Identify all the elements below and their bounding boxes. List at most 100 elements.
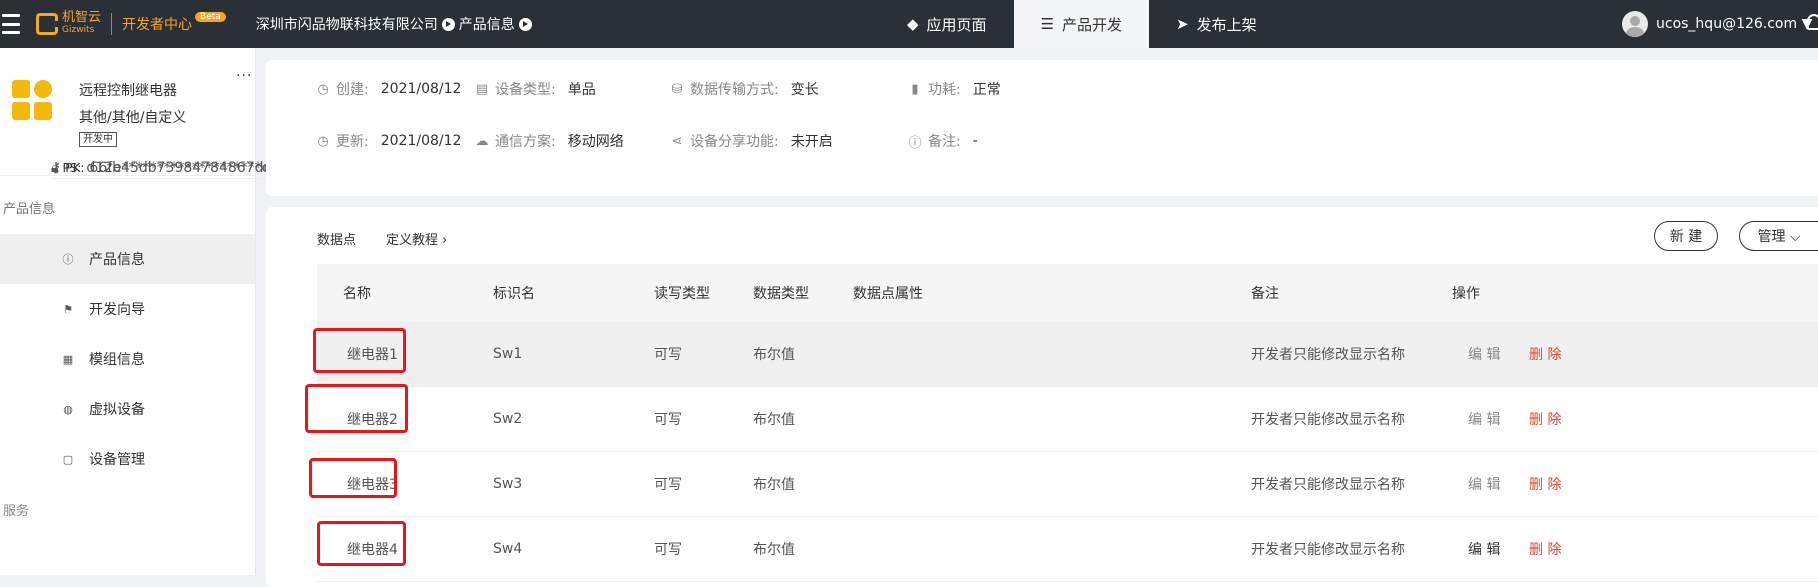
user-menu[interactable]: ucos_hqu@126.com ▼ [1622, 0, 1812, 48]
sidebar-item-product-info[interactable]: ⓘ 产品信息 [0, 234, 255, 284]
product-name: 远程控制继电器 [79, 83, 177, 99]
cell-identifier: Sw1 [493, 346, 523, 362]
sidebar-item-module-info[interactable]: ▦ 模组信息 [0, 334, 255, 384]
meta-label: 数据传输方式: [690, 82, 779, 98]
highlight-box [317, 521, 406, 566]
nav-label: 产品开发 [1062, 15, 1123, 34]
meta-value: 变长 [790, 82, 819, 98]
table-row: 继电器4 Sw4 可写 布尔值 开发者只能修改显示名称 编 辑 删 除 [317, 517, 1818, 582]
datapoint-tabs: 数据点 定义教程 › [317, 229, 477, 248]
edit-button[interactable]: 编 辑 [1468, 387, 1500, 451]
info-icon: ⓘ [908, 135, 922, 151]
more-icon[interactable]: ··· [236, 68, 252, 84]
virtual-device-icon: ◍ [63, 402, 73, 416]
cell-identifier: Sw4 [493, 541, 523, 557]
manage-button[interactable]: 管理 ⌵ [1739, 221, 1818, 251]
meta-value: 未开启 [790, 134, 833, 150]
sidebar-item-label: 模组信息 [89, 352, 145, 368]
cell-type: 布尔值 [753, 412, 795, 428]
nav-label: 发布上架 [1196, 15, 1257, 34]
new-button[interactable]: 新 建 [1654, 221, 1718, 251]
col-attributes: 数据点属性 [853, 286, 923, 302]
breadcrumb-page[interactable]: 产品信息 [459, 14, 515, 34]
status-badge: 开发中 [79, 132, 117, 147]
sidebar-item-device-mgmt[interactable]: ▢ 设备管理 [0, 434, 255, 484]
table-row: 继电器3 Sw3 可写 布尔值 开发者只能修改显示名称 编 辑 删 除 [317, 452, 1818, 517]
menu-icon[interactable] [2, 14, 26, 34]
meta-value: 移动网络 [567, 134, 624, 150]
col-note: 备注 [1251, 286, 1279, 302]
diamond-icon: ◆ [907, 15, 919, 33]
edit-button[interactable]: 编 辑 [1468, 322, 1500, 386]
meta-value: - [972, 133, 978, 149]
sidebar: 远程控制继电器 其他/其他/自定义 开发中 ··· ⚷ PK: 66fb45db… [0, 48, 1552, 575]
lock-icon: 🔒︎ [51, 159, 59, 176]
sidebar-section-title: 服务 [3, 504, 30, 519]
meta-label: 创建: [336, 82, 369, 98]
sidebar-item-virtual-device[interactable]: ◍ 虚拟设备 [0, 384, 255, 434]
meta-label: 通信方案: [495, 134, 556, 150]
meta-label: 设备分享功能: [690, 134, 779, 150]
chevron-right-icon [441, 17, 455, 31]
clipboard-icon: ▢ [62, 452, 74, 466]
file-icon: ▤ [475, 81, 489, 97]
meta-label: 备注: [928, 134, 961, 150]
breadcrumb: 深圳市闪品物联科技有限公司 产品信息 [256, 14, 536, 34]
edit-button[interactable]: 编 辑 [1468, 452, 1500, 516]
nav-publish[interactable]: ➤ 发布上架 [1149, 0, 1284, 48]
top-bar: 机智云 Gizwits 开发者中心 Beta 深圳市闪品物联科技有限公司 产品信… [0, 0, 1818, 48]
nav-product-dev[interactable]: ☰ 产品开发 [1013, 0, 1150, 48]
divider [111, 13, 113, 35]
cell-rw: 可写 [654, 477, 682, 493]
dev-center-title: 开发者中心 [122, 17, 193, 33]
delete-button[interactable]: 删 除 [1529, 322, 1561, 386]
chevron-right-icon [518, 17, 532, 31]
tab-datapoints[interactable]: 数据点 [317, 229, 356, 248]
cell-note: 开发者只能修改显示名称 [1251, 412, 1405, 428]
sliders-icon: ☰ [1040, 15, 1055, 33]
clock-icon: ◷ [317, 133, 329, 149]
delete-button[interactable]: 删 除 [1529, 387, 1561, 451]
breadcrumb-company[interactable]: 深圳市闪品物联科技有限公司 [256, 14, 438, 34]
table-row: 继电器1 Sw1 可写 布尔值 开发者只能修改显示名称 编 辑 删 除 [317, 322, 1818, 387]
ps-label: PS: [62, 160, 82, 175]
database-icon: ⛁ [671, 81, 683, 97]
delete-button[interactable]: 删 除 [1529, 452, 1561, 516]
avatar [1622, 11, 1648, 37]
meta-value: 2021/08/12 [380, 133, 462, 149]
highlight-box [313, 328, 406, 373]
cell-type: 布尔值 [753, 542, 795, 558]
sidebar-item-label: 产品信息 [89, 252, 145, 268]
cell-note: 开发者只能修改显示名称 [1251, 477, 1405, 493]
delete-button[interactable]: 删 除 [1529, 517, 1561, 581]
grid-icon: ▦ [62, 352, 74, 366]
beta-badge: Beta [195, 12, 226, 22]
col-name: 名称 [343, 286, 371, 302]
highlight-box [309, 458, 397, 498]
sidebar-item-dev-guide[interactable]: ⚑ 开发向导 [0, 284, 255, 334]
highlight-box [305, 384, 408, 433]
cell-identifier: Sw2 [493, 411, 523, 427]
cell-type: 布尔值 [753, 477, 795, 493]
cloud-icon: ☁ [475, 133, 489, 149]
meta-value: 单品 [567, 82, 596, 98]
datapoints-card: 数据点 定义教程 › 新 建 管理 ⌵ 名称 标识名 读写类型 数据类型 数据点… [266, 207, 1818, 587]
product-icon [12, 80, 52, 120]
col-identifier: 标识名 [493, 286, 535, 302]
sidebar-item-label: 开发向导 [89, 302, 145, 318]
nav-label: 应用页面 [926, 15, 987, 34]
send-icon: ➤ [1176, 15, 1189, 33]
bell-icon[interactable] [1807, 14, 1818, 30]
nav-app-pages[interactable]: ◆ 应用页面 [880, 0, 1014, 48]
cell-type: 布尔值 [753, 347, 795, 363]
cell-rw: 可写 [654, 542, 682, 558]
meta-label: 更新: [336, 134, 369, 150]
battery-icon: ▮ [911, 81, 919, 97]
tab-tutorial[interactable]: 定义教程 › [386, 229, 447, 248]
logo[interactable]: 机智云 Gizwits [36, 11, 101, 36]
meta-value: 正常 [972, 82, 1001, 98]
cell-rw: 可写 [654, 412, 682, 428]
meta-label: 设备类型: [495, 82, 556, 98]
share-icon: ⋖ [671, 133, 683, 149]
edit-button[interactable]: 编 辑 [1468, 517, 1500, 581]
